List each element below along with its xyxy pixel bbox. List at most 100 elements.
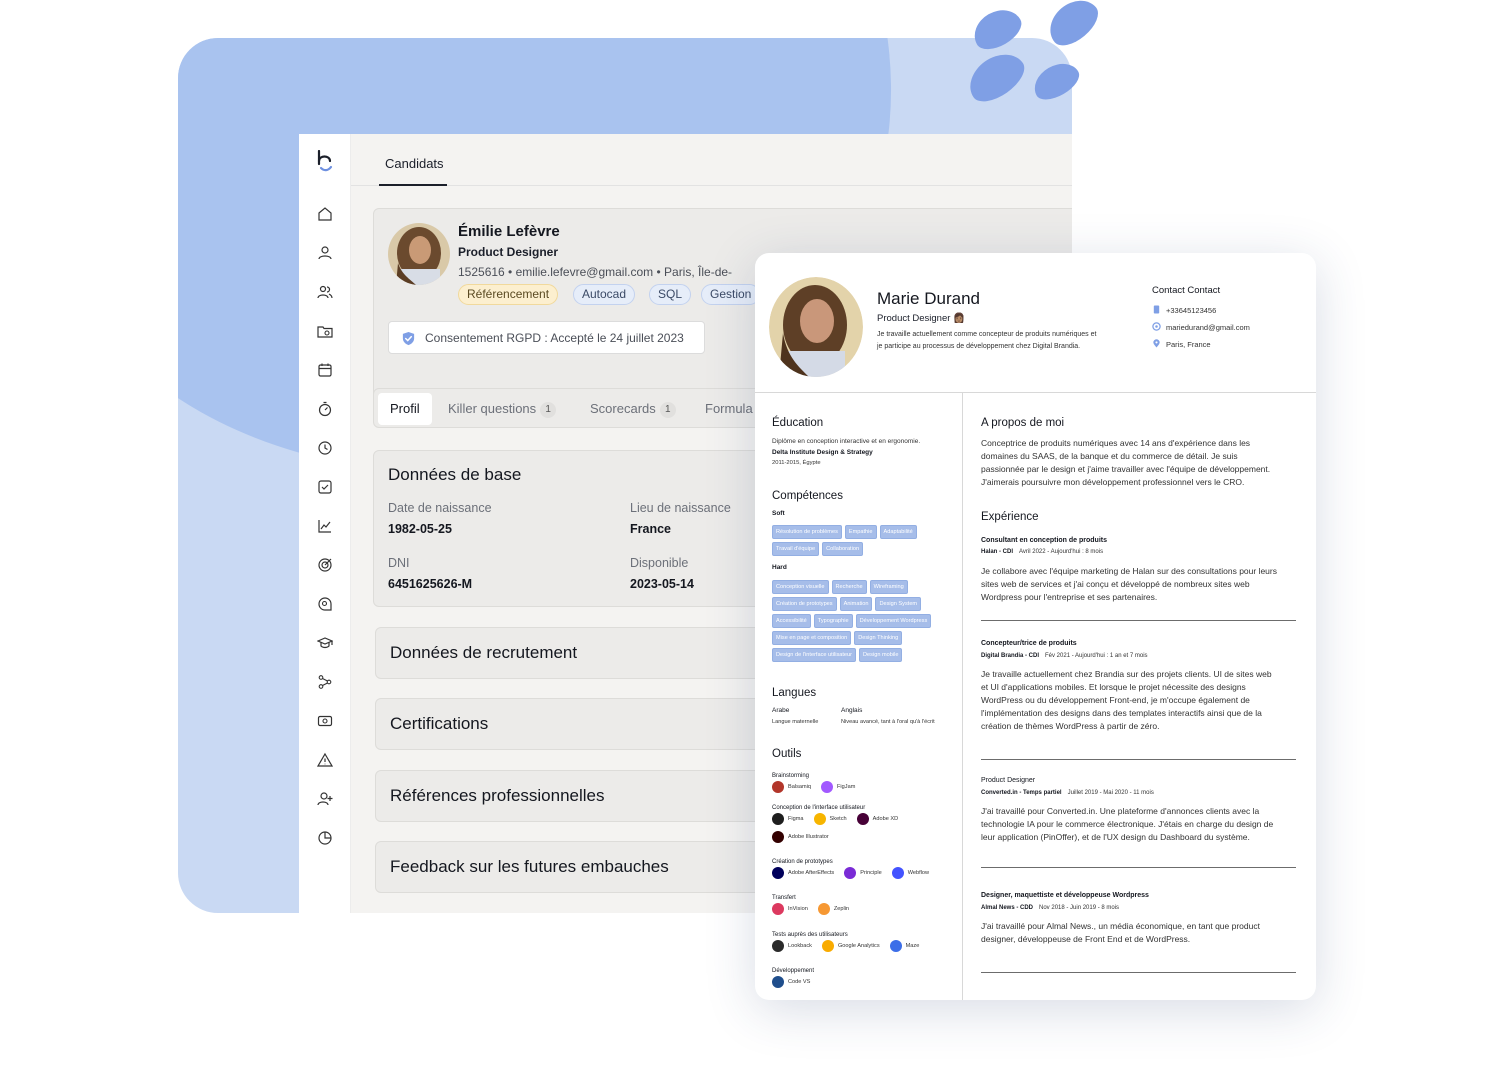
tool-item: InVision (772, 903, 808, 915)
section-title: Données de base (388, 465, 522, 484)
users-icon[interactable] (317, 284, 333, 300)
candidate-role: Product Designer (458, 245, 559, 259)
tool-logo-icon (891, 867, 904, 879)
tool-item: Code VS (772, 976, 810, 988)
skill-tag: SQL (649, 284, 692, 305)
tool-item: Figma (772, 813, 804, 825)
skill-chip: Conception visuelle (772, 580, 829, 594)
skill-chip: Résolution de problèmes (772, 525, 842, 539)
tab-killer-questions[interactable]: Killer questions 1 (448, 393, 557, 425)
job-description: Je collabore avec l'équipe marketing de … (981, 566, 1277, 602)
tab-scorecards[interactable]: Scorecards 1 (590, 393, 676, 425)
job-dates: Avril 2022 - Aujourd'hui : 8 mois (1019, 549, 1104, 555)
language-name: Anglais (841, 707, 863, 714)
user-icon[interactable] (317, 245, 333, 261)
tab-label: Formula (705, 401, 753, 416)
tool-item: Principle (844, 867, 882, 879)
home-icon[interactable] (317, 206, 333, 222)
graduation-cap-icon[interactable] (317, 635, 333, 651)
location-value: Paris, France (1166, 340, 1211, 349)
languages-title: Langues (772, 687, 817, 699)
tools-title: Outils (772, 748, 802, 760)
cv-card: Marie Durand Product Designer 👩🏽 Je trav… (755, 253, 1316, 1000)
logo-icon (317, 150, 333, 172)
tool-logo-icon (844, 867, 857, 879)
section-title: Feedback sur les futures embauches (390, 857, 669, 876)
phone-value: +33645123456 (1166, 306, 1217, 315)
tool-name: Lookback (788, 943, 812, 949)
skill-tag: Référencement (458, 284, 559, 305)
tool-row: Code VS (772, 976, 810, 988)
alert-icon[interactable] (317, 752, 333, 768)
workflow-icon[interactable] (317, 674, 333, 690)
candidate-meta: 1525616 • emilie.lefevre@gmail.com • Par… (458, 265, 733, 279)
field-label: Disponible (630, 556, 689, 570)
calendar-icon[interactable] (317, 362, 333, 378)
job-description: J'ai travaillé pour Converted.in. Une pl… (981, 806, 1274, 842)
tool-logo-icon (821, 940, 834, 952)
skill-chip: Design Thinking (854, 631, 903, 645)
job-company: Almal News - CDD (981, 905, 1034, 911)
skill-chip: Empathie (844, 525, 877, 539)
skill-chip: Travail d'équipe (772, 542, 820, 556)
tool-item: Sketch (813, 813, 847, 825)
tool-item: Lookback (772, 940, 812, 952)
chat-search-icon[interactable] (317, 596, 333, 612)
skill-chip: Design de l'interface utilisateur (772, 648, 857, 662)
tool-logo-icon (772, 831, 784, 843)
skill-chip: Développement Wordpress (855, 614, 932, 628)
skill-chip: Collaboration (822, 542, 864, 556)
section-title: Références professionnelles (390, 786, 605, 805)
tool-name: Principle (860, 870, 882, 876)
job-description: J'ai travaillé pour Almal News., un médi… (981, 921, 1260, 944)
tool-name: Webflow (907, 870, 930, 876)
job-divider (981, 867, 1296, 868)
tool-item: Google Analytics (821, 940, 880, 952)
job-dates: Juillet 2019 - Mai 2020 - 11 mois (1067, 790, 1154, 796)
tool-item: Adobe XD (856, 813, 898, 825)
checkbox-icon[interactable] (317, 479, 333, 495)
cv-summary: Je travaille actuellement comme concepte… (877, 331, 1097, 350)
section-title: Données de recrutement (390, 643, 578, 662)
tool-name: Maze (905, 943, 920, 949)
language-name: Arabe (772, 707, 790, 714)
tool-item: FigJam (821, 781, 855, 793)
education-dates: 2011-2015, Égypte (772, 460, 821, 466)
money-icon[interactable] (317, 713, 333, 729)
tool-group-label: Développement (772, 968, 815, 974)
field-label: Date de naissance (388, 501, 492, 515)
pie-chart-icon[interactable] (317, 830, 333, 846)
location-pin-icon (1153, 339, 1160, 348)
section-title: Certifications (390, 714, 489, 733)
tool-item: Balsamiq (772, 781, 811, 793)
chart-icon[interactable] (317, 518, 333, 534)
job-dates: Nov 2018 - Juin 2019 - 8 mois (1039, 905, 1120, 911)
field-value: 2023-05-14 (630, 577, 694, 591)
cv-header: Marie Durand Product Designer 👩🏽 Je trav… (755, 253, 1316, 393)
skill-tag: Gestion (701, 284, 761, 305)
candidate-name: Émilie Lefèvre (458, 223, 560, 240)
tool-group-label: Conception de l'interface utilisateur (772, 805, 866, 811)
education-degree: Diplôme en conception interactive et en … (772, 438, 921, 445)
clock-icon[interactable] (317, 440, 333, 456)
tab-profil[interactable]: Profil (378, 393, 432, 425)
stopwatch-icon[interactable] (317, 401, 333, 417)
skill-chip: Recherche (831, 580, 867, 594)
skill-chip: Création de prototypes (772, 597, 837, 611)
consent-text: Consentement RGPD : Accepté le 24 juille… (425, 331, 684, 345)
cv-avatar (769, 277, 863, 377)
field-value: 1982-05-25 (388, 522, 452, 536)
tab-candidats[interactable]: Candidats (385, 156, 444, 171)
avatar (388, 223, 450, 285)
tool-name: Sketch (829, 816, 847, 822)
folder-user-icon[interactable] (317, 323, 333, 339)
target-icon[interactable] (317, 557, 333, 573)
tool-logo-icon (889, 940, 902, 952)
contact-title: Contact Contact (1152, 285, 1221, 296)
skill-chip: Design System (875, 597, 922, 611)
cv-role: Product Designer 👩🏽 (877, 313, 965, 324)
job-company: Converted.in - Temps partiel (981, 790, 1062, 796)
user-plus-icon[interactable] (317, 791, 333, 807)
count-badge: 1 (659, 402, 676, 418)
tab-formulaires[interactable]: Formula (705, 393, 753, 425)
